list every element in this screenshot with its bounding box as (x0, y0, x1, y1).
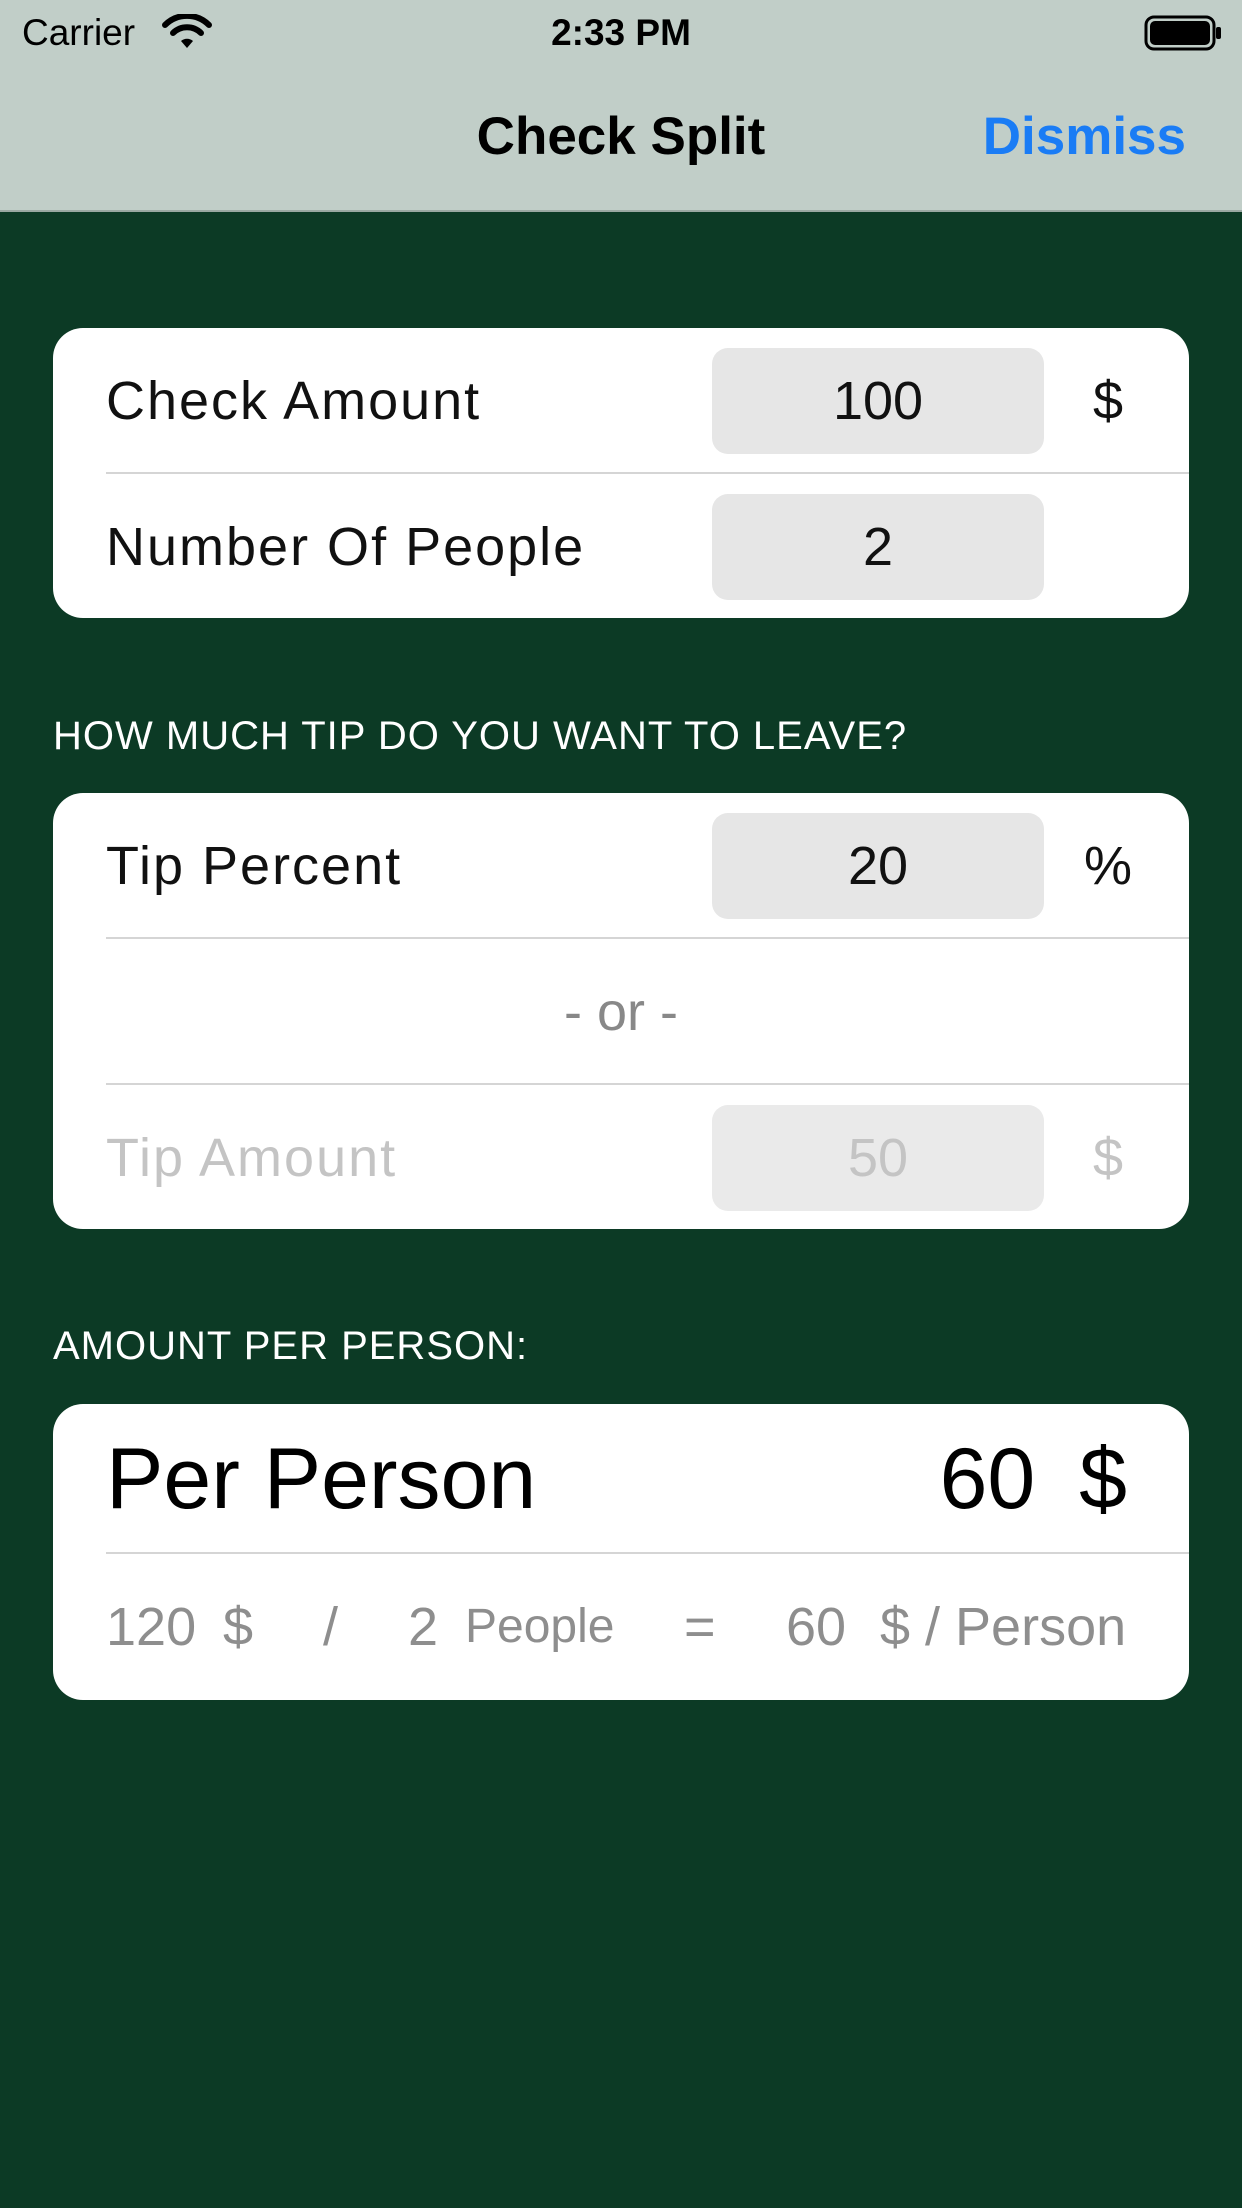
per-person-value: 60 (939, 1431, 1036, 1527)
or-label: - or - (564, 982, 678, 1042)
tip-percent-unit: % (1083, 836, 1132, 896)
formula-equals: = (684, 1597, 716, 1657)
status-bar: Carrier 2:33 PM (0, 0, 1242, 66)
people-field[interactable]: 2 (712, 494, 1044, 600)
formula-result-unit: $ / Person (880, 1597, 1127, 1657)
battery-full-icon (1144, 15, 1221, 51)
check-amount-label: Check Amount (106, 371, 482, 431)
formula-people: 2 (408, 1597, 439, 1657)
per-person-unit: $ (1079, 1431, 1127, 1527)
formula-result: 60 (786, 1597, 847, 1657)
per-person-card: Per Person 60 $ 120 $ / 2 People = 60 $ … (53, 1404, 1189, 1700)
tip-section-header: HOW MUCH TIP DO YOU WANT TO LEAVE? (53, 714, 908, 758)
status-time: 2:33 PM (551, 12, 691, 53)
tip-percent-row: Tip Percent 20 % (53, 793, 1189, 939)
tip-amount-unit: $ (1092, 1128, 1124, 1188)
formula-total: 120 (106, 1597, 197, 1657)
formula-divide: / (323, 1597, 339, 1657)
per-person-row: Per Person 60 $ (53, 1404, 1189, 1554)
tip-amount-field[interactable]: 50 (712, 1105, 1044, 1211)
check-amount-row: Check Amount 100 $ (53, 328, 1189, 474)
navigation-bar: Check Split Dismiss (0, 66, 1242, 212)
formula-people-label: People (465, 1600, 615, 1653)
people-row: Number Of People 2 (53, 474, 1189, 618)
tip-percent-field[interactable]: 20 (712, 813, 1044, 919)
tip-amount-label: Tip Amount (106, 1128, 398, 1188)
check-amount-field[interactable]: 100 (712, 348, 1044, 454)
check-card: Check Amount 100 $ Number Of People 2 (53, 328, 1189, 618)
per-person-label: Per Person (106, 1431, 537, 1527)
check-amount-unit: $ (1092, 371, 1124, 431)
tip-card: Tip Percent 20 % - or - Tip Amount 50 $ (53, 793, 1189, 1229)
tip-amount-row: Tip Amount 50 $ (53, 1085, 1189, 1229)
or-row: - or - (53, 939, 1189, 1085)
people-label: Number Of People (106, 517, 586, 577)
tip-percent-label: Tip Percent (106, 836, 403, 896)
per-person-section-header: AMOUNT PER PERSON: (53, 1324, 529, 1368)
per-person-amount: 60 $ (940, 1404, 1127, 1554)
formula-row: 120 $ / 2 People = 60 $ / Person (53, 1554, 1189, 1700)
dismiss-button[interactable]: Dismiss (983, 106, 1186, 167)
formula-total-unit: $ (223, 1597, 254, 1657)
